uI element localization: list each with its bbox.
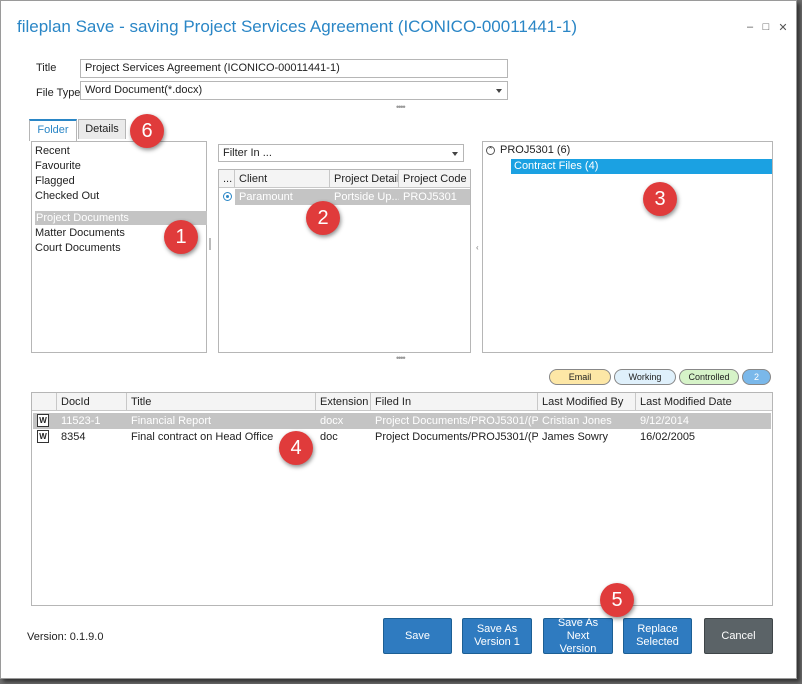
save-button-label: Save	[404, 629, 431, 642]
column-header-icon	[32, 393, 57, 411]
close-icon[interactable]: ✕	[777, 21, 789, 34]
folder-tree: ⌃ PROJ5301 (6) Contract Files (4)	[482, 141, 773, 353]
filetype-label: File Type	[36, 87, 81, 99]
cancel-button[interactable]: Cancel	[704, 618, 773, 654]
splitter-arrow-icon[interactable]: ‹	[476, 243, 479, 252]
legend-email-label: Email	[568, 372, 592, 382]
filter-select[interactable]: Filter In ...	[218, 144, 464, 162]
chevron-down-icon	[452, 152, 458, 156]
legend-working-label: Working	[628, 372, 662, 382]
title-field[interactable]: Project Services Agreement (ICONICO-0001…	[80, 59, 508, 78]
column-header-docid[interactable]: DocId	[57, 393, 127, 411]
column-header-select[interactable]: ...	[219, 170, 235, 188]
column-header-extension[interactable]: Extension	[316, 393, 371, 411]
title-label: Title	[36, 62, 57, 74]
nav-item-recent[interactable]: Recent	[35, 144, 70, 158]
cell-extension: doc	[320, 431, 338, 443]
table-row[interactable]: Paramount Portside Up... PROJ5301	[235, 189, 470, 205]
minimize-icon[interactable]: –	[744, 21, 756, 33]
replace-selected-button[interactable]: Replace Selected	[623, 618, 692, 654]
cell-docid: 11523-1	[61, 415, 101, 427]
tree-item-contract-files[interactable]: Contract Files (4)	[511, 159, 772, 174]
tab-folder[interactable]: Folder	[29, 119, 77, 141]
window-title: fileplan Save - saving Project Services …	[17, 17, 577, 36]
legend-working[interactable]: Working	[614, 369, 676, 385]
nav-item-court-documents[interactable]: Court Documents	[35, 241, 121, 255]
save-as-version-button[interactable]: Save As Version 1	[462, 618, 532, 654]
cell-filed-in: Project Documents/PROJ5301/(P...	[375, 415, 538, 427]
nav-item-flagged[interactable]: Flagged	[35, 174, 75, 188]
cell-title: Financial Report	[131, 415, 212, 427]
row-select-cell[interactable]	[220, 189, 236, 205]
cell-last-modified-by: Cristian Jones	[542, 415, 612, 427]
legend-email[interactable]: Email	[549, 369, 611, 385]
vertical-splitter[interactable]	[209, 238, 211, 250]
nav-item-favourite[interactable]: Favourite	[35, 159, 81, 173]
filetype-select[interactable]: Word Document(*.docx)	[80, 81, 508, 100]
column-header-last-modified-date[interactable]: Last Modified Date	[636, 393, 772, 411]
collapse-icon[interactable]: ⌃	[486, 146, 495, 155]
tab-details[interactable]: Details	[78, 119, 126, 139]
cell-filed-in: Project Documents/PROJ5301/(P...	[375, 431, 538, 443]
column-header-project-code[interactable]: Project Code	[399, 170, 470, 188]
cancel-button-label: Cancel	[721, 629, 756, 642]
callout-badge-6: 6	[130, 114, 164, 148]
cell-last-modified-by: James Sowry	[542, 431, 609, 443]
legend-controlled-label: Controlled	[688, 372, 730, 382]
maximize-icon[interactable]: □	[760, 21, 772, 33]
documents-header: DocId Title Extension Filed In Last Modi…	[32, 393, 772, 411]
documents-grid: DocId Title Extension Filed In Last Modi…	[31, 392, 773, 606]
filter-value: Filter In ...	[223, 147, 272, 159]
column-header-client[interactable]: Client	[235, 170, 330, 188]
column-header-title[interactable]: Title	[127, 393, 316, 411]
table-row[interactable]: W 8354 Final contract on Head Office doc…	[33, 429, 771, 445]
cell-project-detail: Portside Up...	[334, 191, 399, 203]
projects-header: ... Client Project Detail Project Code	[219, 170, 470, 188]
save-as-next-version-label: Save As Next Version	[557, 616, 599, 655]
nav-item-matter-documents[interactable]: Matter Documents	[35, 226, 125, 240]
cell-last-modified-date: 16/02/2005	[640, 431, 696, 443]
column-header-project-detail[interactable]: Project Detail	[330, 170, 399, 188]
table-row[interactable]: W 11523-1 Financial Report docx Project …	[33, 413, 771, 429]
save-dialog: fileplan Save - saving Project Services …	[0, 0, 797, 679]
legend-controlled[interactable]: Controlled	[679, 369, 739, 385]
legend-count[interactable]: 2	[742, 369, 771, 385]
column-header-last-modified-by[interactable]: Last Modified By	[538, 393, 636, 411]
cell-docid: 8354	[61, 431, 86, 443]
cell-project-code: PROJ5301	[403, 191, 457, 203]
save-as-next-version-button[interactable]: Save As Next Version	[543, 616, 613, 655]
replace-selected-label: Replace Selected	[636, 623, 679, 648]
radio-selected-icon[interactable]	[223, 192, 232, 201]
save-as-version-label: Save As Version 1	[474, 623, 520, 648]
callout-badge-1: 1	[164, 220, 198, 254]
splitter-grip[interactable]: ••••	[396, 102, 406, 112]
callout-badge-5: 5	[600, 583, 634, 617]
nav-item-checked-out[interactable]: Checked Out	[35, 189, 99, 203]
column-header-filed-in[interactable]: Filed In	[371, 393, 538, 411]
word-document-icon: W	[37, 414, 49, 427]
legend-count-label: 2	[753, 372, 759, 382]
version-label: Version: 0.1.9.0	[27, 631, 104, 643]
projects-grid: ... Client Project Detail Project Code P…	[218, 169, 471, 353]
cell-last-modified-date: 9/12/2014	[640, 415, 689, 427]
callout-badge-3: 3	[643, 182, 677, 216]
tree-root[interactable]: PROJ5301 (6)	[500, 144, 570, 156]
cell-extension: docx	[320, 415, 344, 427]
callout-badge-2: 2	[306, 201, 340, 235]
callout-badge-4: 4	[279, 431, 313, 465]
splitter-grip[interactable]: ••••	[396, 353, 406, 363]
word-document-icon: W	[37, 430, 49, 443]
chevron-down-icon	[496, 89, 502, 93]
save-button[interactable]: Save	[383, 618, 452, 654]
filetype-value: Word Document(*.docx)	[85, 84, 203, 96]
